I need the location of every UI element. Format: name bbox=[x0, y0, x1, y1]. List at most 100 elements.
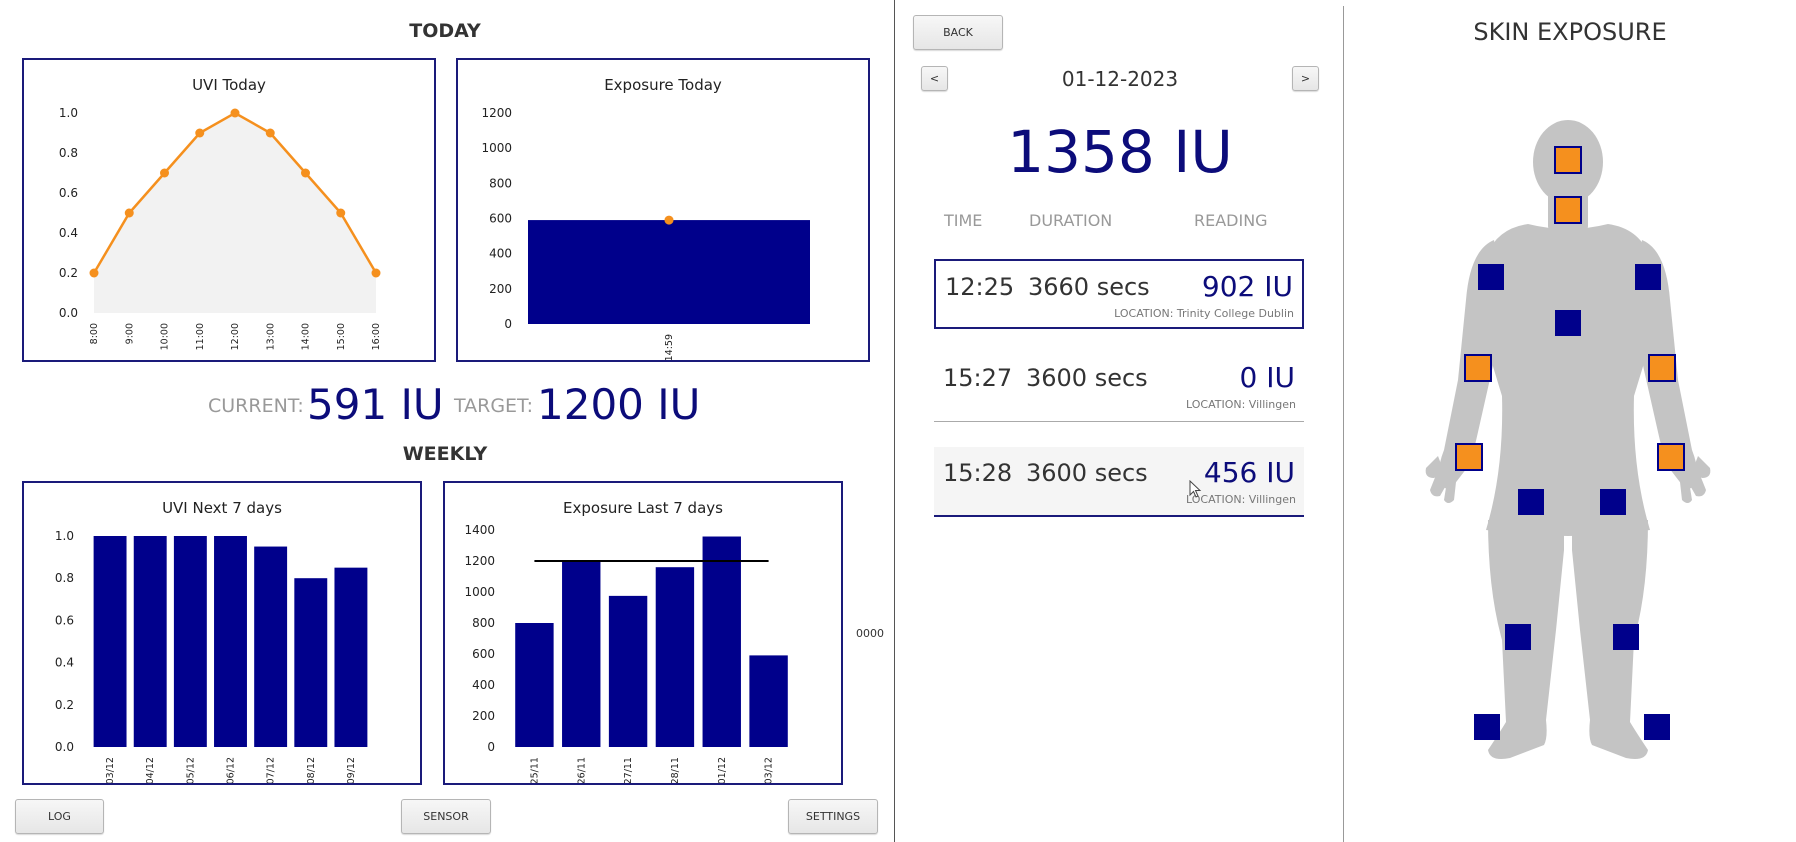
x-tick-label: 06/12 bbox=[226, 757, 237, 783]
y-tick-label: 800 bbox=[489, 176, 512, 190]
y-tick-label: 0.2 bbox=[55, 698, 74, 712]
sensor-marker-neck[interactable] bbox=[1554, 196, 1582, 224]
y-tick-label: 400 bbox=[489, 247, 512, 261]
sensor-marker-shoulder-left[interactable] bbox=[1478, 264, 1504, 290]
bar bbox=[294, 578, 328, 747]
skin-exposure-title: SKIN EXPOSURE bbox=[1473, 18, 1667, 46]
sensor-marker-face[interactable] bbox=[1554, 146, 1582, 174]
time-header: TIME bbox=[944, 211, 983, 230]
x-tick-label: 03/12 bbox=[105, 757, 116, 783]
x-tick-label: 8:00 bbox=[89, 323, 100, 344]
y-tick-label: 400 bbox=[472, 678, 495, 692]
y-tick-label: 1200 bbox=[464, 554, 495, 568]
sensor-marker-thigh-left[interactable] bbox=[1518, 489, 1544, 515]
y-tick-label: 200 bbox=[472, 709, 495, 723]
exposure-entry[interactable]: 15:28 3600 secs 456 IU LOCATION: Villing… bbox=[934, 447, 1304, 517]
uvi-today-plot: UVI Today 0.0 0.2 0.4 0.6 0.8 1.0 8:00 9:00 10:00… bbox=[59, 76, 382, 350]
bar bbox=[702, 536, 741, 747]
x-tick-label: 25/11 bbox=[529, 757, 540, 783]
bar bbox=[515, 623, 554, 747]
sensor-marker-knee-left[interactable] bbox=[1505, 624, 1531, 650]
y-tick-label: 1.0 bbox=[55, 529, 74, 543]
bar bbox=[93, 536, 127, 747]
exposure-last-7-days-plot: Exposure Last 7 days 0 200 400 600 800 1000 120… bbox=[464, 499, 788, 783]
bar bbox=[528, 220, 810, 324]
sensor-marker-knee-right[interactable] bbox=[1613, 624, 1639, 650]
exposure-entry[interactable]: 15:27 3600 secs 0 IU LOCATION: Villingen bbox=[934, 352, 1304, 422]
entry-time: 12:25 bbox=[945, 273, 1015, 301]
x-tick-label: 01/12 bbox=[717, 757, 728, 783]
uvi-point bbox=[195, 128, 205, 138]
entry-duration: 3660 secs bbox=[1028, 273, 1150, 301]
sensor-marker-chest[interactable] bbox=[1555, 310, 1581, 336]
sensor-marker-upper-arm-right[interactable] bbox=[1648, 354, 1676, 382]
exposure-last-7-days-chart: Exposure Last 7 days 0 200 400 600 800 1000 120… bbox=[443, 481, 843, 785]
chart-title: UVI Today bbox=[192, 76, 266, 94]
exposure-entry[interactable]: 12:25 3660 secs 902 IU LOCATION: Trinity… bbox=[934, 259, 1304, 329]
uvi-today-chart: UVI Today 0.0 0.2 0.4 0.6 0.8 1.0 8:00 9:00 10:00… bbox=[22, 58, 436, 362]
sensor-marker-ankle-left[interactable] bbox=[1474, 714, 1500, 740]
uvi-point bbox=[89, 268, 99, 278]
entry-location: LOCATION: Trinity College Dublin bbox=[1114, 307, 1294, 320]
chart-title: Exposure Today bbox=[604, 76, 722, 94]
bar bbox=[562, 561, 601, 747]
entry-duration: 3600 secs bbox=[1026, 459, 1148, 487]
x-tick-label: 13:00 bbox=[265, 323, 276, 350]
chart-title: UVI Next 7 days bbox=[162, 499, 282, 517]
x-tick-label: 14:00 bbox=[301, 323, 312, 350]
sensor-marker-upper-arm-left[interactable] bbox=[1464, 354, 1492, 382]
y-tick-label: 1000 bbox=[481, 141, 512, 155]
settings-button[interactable]: SETTINGS bbox=[788, 799, 878, 834]
x-tick-label: 26/11 bbox=[576, 757, 587, 783]
current-value: 591 IU bbox=[307, 380, 444, 429]
next-day-button[interactable]: > bbox=[1292, 66, 1319, 91]
exposure-today-chart: Exposure Today 0 200 400 600 800 1000 1200 14:59 bbox=[456, 58, 870, 362]
x-tick-label: 28/11 bbox=[670, 757, 681, 783]
left-divider bbox=[894, 0, 895, 842]
y-tick-label: 0 bbox=[504, 317, 512, 331]
x-tick-label: 05/12 bbox=[185, 757, 196, 783]
bar bbox=[173, 536, 207, 747]
y-tick-label: 0.0 bbox=[59, 306, 78, 320]
entry-reading: 902 IU bbox=[1201, 270, 1293, 303]
back-button[interactable]: BACK bbox=[913, 15, 1003, 50]
uvi-point bbox=[124, 208, 134, 218]
target-label: TARGET: bbox=[454, 395, 533, 417]
exposure-side-label: 0000 bbox=[856, 627, 884, 640]
y-tick-label: 0.6 bbox=[59, 186, 78, 200]
y-tick-label: 0.8 bbox=[59, 146, 78, 160]
y-tick-label: 1200 bbox=[481, 106, 512, 120]
sensor-marker-shoulder-right[interactable] bbox=[1635, 264, 1661, 290]
y-tick-label: 0.4 bbox=[55, 656, 74, 670]
x-tick-label: 03/12 bbox=[764, 757, 775, 783]
selected-date: 01-12-2023 bbox=[1061, 67, 1179, 91]
today-title: TODAY bbox=[409, 20, 481, 42]
y-tick-label: 0.8 bbox=[55, 571, 74, 585]
entry-reading: 0 IU bbox=[1239, 361, 1295, 394]
bar bbox=[334, 567, 368, 747]
y-tick-label: 0.6 bbox=[55, 613, 74, 627]
log-button[interactable]: LOG bbox=[15, 799, 104, 834]
bar bbox=[749, 655, 788, 747]
x-tick-label: 09/12 bbox=[346, 757, 357, 783]
sensor-marker-thigh-right[interactable] bbox=[1600, 489, 1626, 515]
current-target-summary: CURRENT: 591 IU TARGET: 1200 IU bbox=[0, 380, 890, 440]
y-tick-label: 200 bbox=[489, 282, 512, 296]
uvi-point bbox=[230, 108, 240, 118]
bar bbox=[133, 536, 167, 747]
y-tick-label: 0.0 bbox=[55, 740, 74, 754]
sensor-marker-forearm-right[interactable] bbox=[1657, 443, 1685, 471]
previous-day-button[interactable]: < bbox=[921, 66, 948, 91]
y-tick-label: 800 bbox=[472, 616, 495, 630]
y-tick-label: 0.2 bbox=[59, 266, 78, 280]
entry-location: LOCATION: Villingen bbox=[1186, 398, 1296, 411]
entry-time: 15:28 bbox=[943, 459, 1013, 487]
x-tick-label: 9:00 bbox=[124, 323, 135, 344]
weekly-title: WEEKLY bbox=[402, 443, 488, 465]
sensor-marker-ankle-right[interactable] bbox=[1644, 714, 1670, 740]
x-tick-label: 11:00 bbox=[195, 323, 206, 350]
y-tick-label: 1.0 bbox=[59, 106, 78, 120]
sensor-button[interactable]: SENSOR bbox=[401, 799, 491, 834]
sensor-marker-forearm-left[interactable] bbox=[1455, 443, 1483, 471]
y-tick-label: 0 bbox=[487, 740, 495, 754]
